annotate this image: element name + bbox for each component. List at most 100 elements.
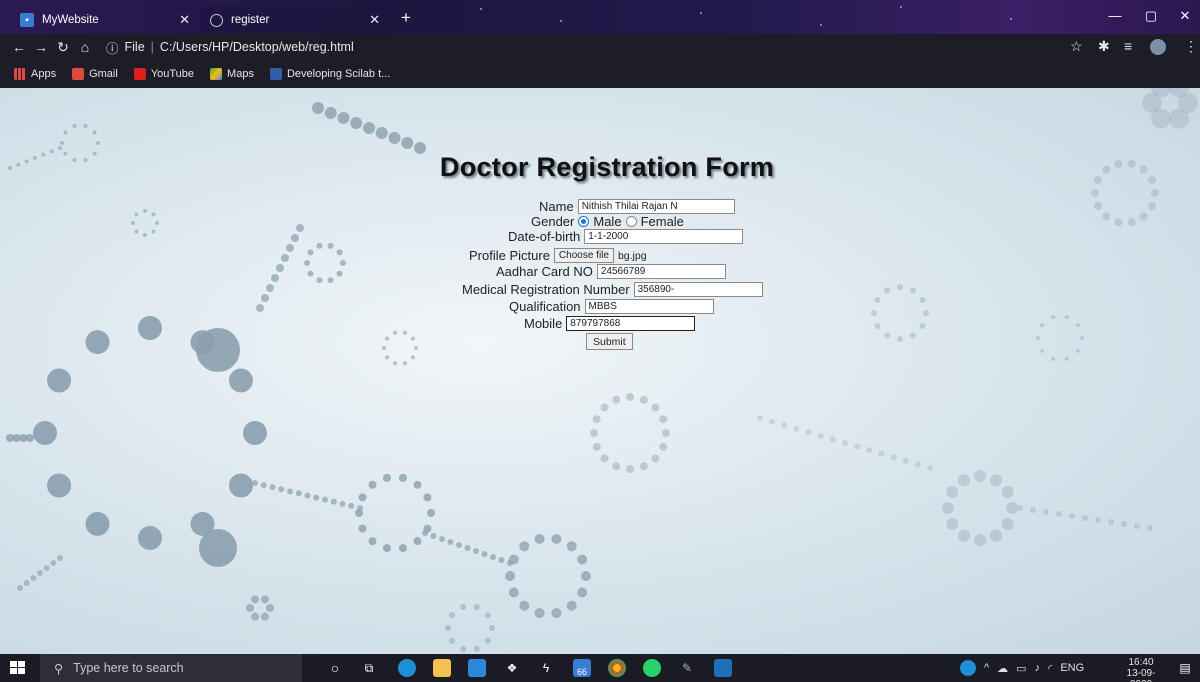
decor-dot [312, 102, 324, 114]
tab-mywebsite[interactable]: ▪ MyWebsite ✕ [10, 6, 200, 34]
decor-dot [1051, 315, 1056, 320]
bookmark-youtube[interactable]: YouTube [128, 68, 200, 80]
gender-female-radio[interactable] [625, 216, 637, 227]
home-icon[interactable]: ⌂ [74, 39, 96, 55]
help-icon[interactable] [960, 660, 976, 676]
aadhar-field[interactable] [596, 264, 726, 279]
decor-star [560, 20, 562, 22]
decor-dot [1139, 212, 1148, 221]
menu-kebab-icon[interactable]: ⋮ [1184, 38, 1198, 55]
decor-dot [304, 260, 310, 266]
chrome-icon[interactable] [608, 659, 626, 677]
decor-dot [1075, 323, 1080, 328]
decor-dot [612, 462, 621, 471]
mobile-field[interactable] [566, 316, 696, 331]
profile-picture-label: Profile Picture [469, 248, 550, 263]
profile-avatar[interactable] [1150, 39, 1166, 55]
bookmark-maps[interactable]: Maps [204, 68, 260, 80]
dob-field[interactable] [584, 229, 744, 244]
bookmark-apps[interactable]: Apps [8, 68, 62, 80]
reading-list-icon[interactable]: ≡ [1124, 38, 1132, 54]
back-arrow-icon[interactable]: ← [8, 39, 30, 55]
whatsapp-icon[interactable] [643, 659, 661, 677]
tab-title: register [231, 14, 270, 26]
taskbar-search-box[interactable]: ⚲ Type here to search [40, 654, 302, 682]
decor-dot [581, 571, 591, 581]
decor-dot [626, 465, 634, 473]
decor-dot [430, 533, 437, 539]
decor-dot [228, 473, 253, 498]
decor-dot [43, 565, 50, 571]
battery-icon[interactable]: ▭ [1016, 662, 1026, 675]
decor-dot [639, 462, 648, 471]
task-view-icon[interactable]: ⧉ [360, 659, 378, 677]
decor-dot [577, 554, 588, 565]
close-tab-icon[interactable]: ✕ [179, 12, 190, 28]
dropbox-icon[interactable]: ❖ [503, 659, 521, 677]
photos-icon[interactable] [714, 659, 732, 677]
gender-male-radio[interactable] [578, 216, 590, 227]
cloud-icon[interactable]: ☁ [997, 662, 1008, 675]
decor-dot [534, 608, 545, 619]
bookmark-label: Developing Scilab t... [286, 68, 391, 80]
notification-icon[interactable]: ▤ [1176, 659, 1194, 677]
store-icon[interactable] [468, 659, 486, 677]
system-clock[interactable]: 16:40 13-09-2020 [1118, 657, 1164, 682]
submit-button[interactable]: Submit [586, 333, 633, 350]
star-bookmark-icon[interactable]: ☆ [1070, 38, 1083, 55]
tab-register[interactable]: register ✕ [200, 6, 390, 34]
maximize-button[interactable]: ▢ [1136, 6, 1166, 26]
decor-dot [261, 612, 269, 621]
decor-dot [1064, 356, 1069, 361]
url-bar[interactable]: ⓘ File | C:/Users/HP/Desktop/web/reg.htm… [106, 38, 354, 57]
choose-file-button[interactable]: Choose file [553, 248, 614, 263]
decor-dot [659, 442, 668, 451]
decor-dot [252, 480, 258, 486]
decor-dot [410, 336, 415, 341]
bookmark-label: Apps [31, 68, 57, 80]
decor-dot [151, 212, 156, 217]
dob-row: Date-of-birth [508, 229, 744, 244]
maps-icon [210, 68, 223, 80]
clock-time: 16:40 [1128, 657, 1154, 668]
word-app-icon[interactable]: 66 [573, 659, 591, 677]
extension-icon[interactable]: ✱ [1098, 38, 1110, 55]
bookmark-gmail[interactable]: Gmail [66, 68, 124, 80]
decor-dot [817, 432, 824, 439]
decor-dot [829, 436, 836, 443]
decor-dot [489, 625, 495, 631]
decor-dot [651, 403, 660, 412]
wifi-icon[interactable]: ◜ [1048, 662, 1052, 675]
edge-icon[interactable] [398, 659, 416, 677]
bookmark-scilab[interactable]: Developing Scilab t... [264, 68, 396, 80]
name-row: Name [539, 199, 735, 214]
new-tab-button[interactable]: + [396, 9, 416, 27]
chevron-up-icon[interactable]: ^ [984, 662, 989, 674]
volume-icon[interactable]: ♪ [1035, 662, 1041, 674]
windows-start-icon[interactable] [10, 661, 26, 675]
decor-dot [363, 122, 375, 134]
qualification-field[interactable] [584, 299, 714, 314]
forward-arrow-icon[interactable]: → [30, 39, 52, 55]
bookmark-label: Gmail [89, 68, 118, 80]
minimize-button[interactable]: — [1100, 6, 1130, 26]
decor-dot [246, 604, 254, 612]
close-window-button[interactable]: ✕ [1170, 6, 1200, 26]
pen-app-icon[interactable]: ✎ [678, 659, 696, 677]
language-indicator[interactable]: ENG [1060, 662, 1084, 674]
close-tab-icon[interactable]: ✕ [369, 12, 380, 28]
medical-registration-field[interactable] [633, 282, 763, 297]
app-badge-count: 66 [576, 667, 587, 677]
cortana-icon[interactable]: ○ [326, 659, 344, 677]
decor-dot [350, 117, 363, 129]
medical-registration-label: Medical Registration Number [462, 282, 630, 297]
file-explorer-icon[interactable] [433, 659, 451, 677]
lightning-app-icon[interactable]: ϟ [537, 659, 555, 677]
gender-female-label: Female [640, 214, 684, 229]
decor-dot [884, 332, 890, 339]
reload-icon[interactable]: ↻ [52, 39, 74, 56]
decor-dot [134, 212, 139, 217]
decor-dot [897, 336, 903, 342]
info-icon[interactable]: ⓘ [106, 38, 119, 57]
name-field[interactable] [577, 199, 735, 214]
